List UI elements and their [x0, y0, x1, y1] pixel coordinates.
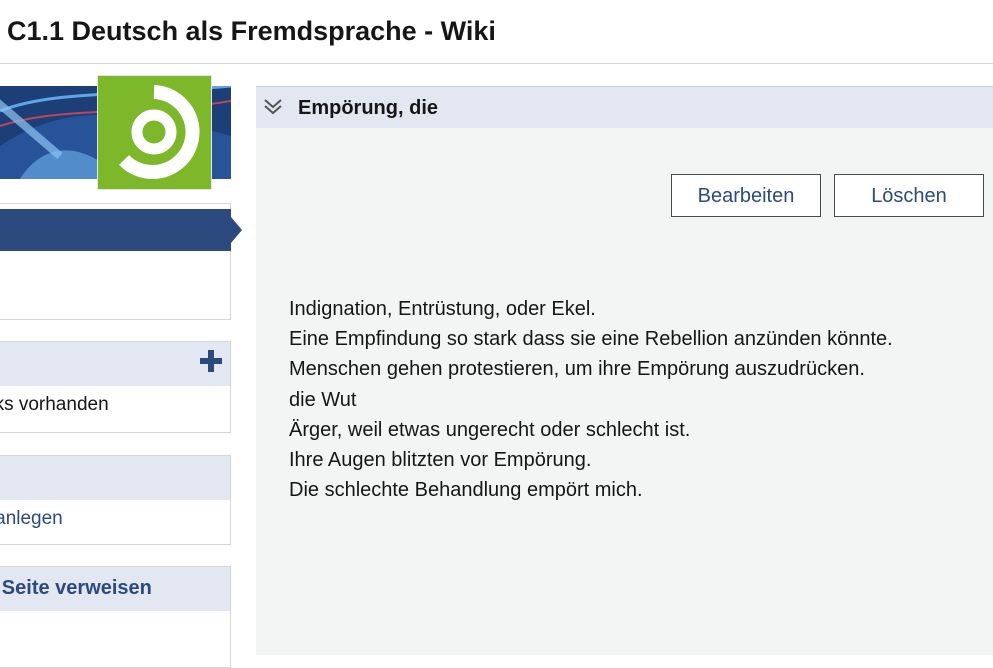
content-line: Ärger, weil etwas ungerecht oder schlech… [289, 418, 691, 441]
wiki-page-content: Indignation, Entrüstung, oder Ekel. Eine… [289, 294, 893, 505]
wiki-logo [97, 75, 212, 190]
content-line: Eine Empfindung so stark dass sie eine R… [289, 328, 893, 351]
edit-button[interactable]: Bearbeiten [671, 174, 821, 217]
content-line: Menschen gehen protestieren, um ihre Emp… [289, 358, 865, 381]
content-line: die Wut [289, 388, 357, 411]
sidebar-panel-refer: se Seite verweisen [0, 566, 231, 668]
sidebar-nav-active-item[interactable] [0, 209, 242, 251]
sidebar-panel-create: te anlegen [0, 455, 231, 545]
panel-refer-title: se Seite verweisen [0, 577, 152, 599]
create-page-link[interactable]: te anlegen [0, 500, 204, 530]
panel-links-header [0, 342, 230, 386]
wiki-page-title: Empörung, die [298, 97, 438, 119]
panel-refer-header: se Seite verweisen [0, 567, 230, 611]
double-chevron-down-icon[interactable] [262, 97, 284, 117]
sidebar-panel-links: nks vorhanden [0, 341, 231, 433]
page-title: C1.1 Deutsch als Fremdsprache - Wiki [7, 16, 496, 46]
content-line: Die schlechte Behandlung empört mich. [289, 479, 643, 502]
content-line: Indignation, Entrüstung, oder Ekel. [289, 298, 596, 320]
panel-links-body: nks vorhanden [0, 394, 109, 415]
delete-button[interactable]: Löschen [834, 174, 984, 217]
header-divider [0, 63, 993, 64]
content-line: Ihre Augen blitzten vor Empörung. [289, 449, 592, 472]
panel-create-header [0, 456, 230, 500]
wiki-page-header[interactable]: Empörung, die [256, 86, 993, 128]
plus-icon[interactable] [200, 350, 222, 372]
